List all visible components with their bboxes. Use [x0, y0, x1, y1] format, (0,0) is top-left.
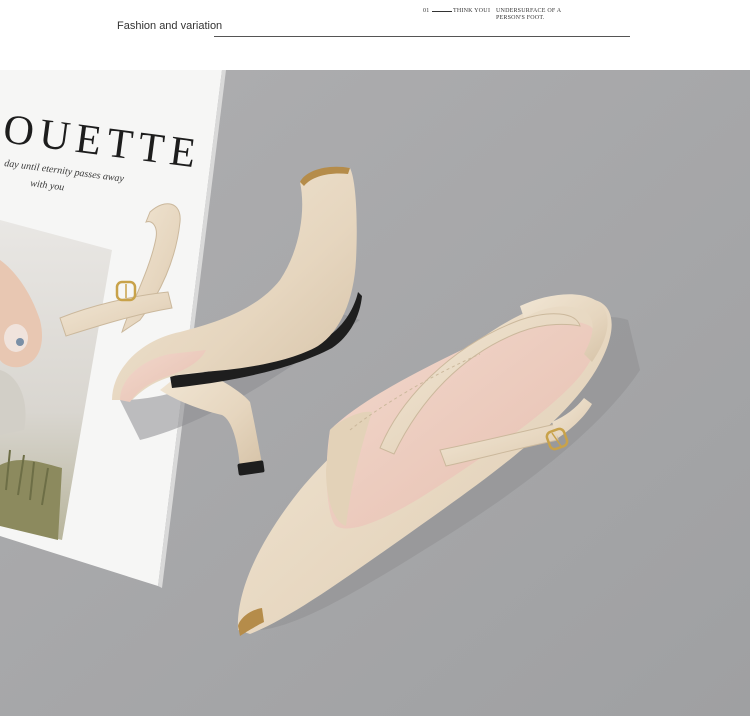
product-photo: OUETTE day until eternity passes away wi…	[0, 70, 750, 716]
header-dash	[432, 11, 452, 12]
header-title: Fashion and variation	[117, 20, 223, 32]
header-rule	[214, 36, 630, 37]
header-separator: I	[488, 8, 491, 14]
header-underside-text: UNDERSURFACE OF A PERSON'S FOOT.	[496, 8, 561, 21]
header-think-you: THINK YOU	[453, 8, 488, 14]
header: Fashion and variation 01 THINK YOU I UND…	[0, 0, 750, 70]
header-number: 01	[423, 8, 430, 14]
